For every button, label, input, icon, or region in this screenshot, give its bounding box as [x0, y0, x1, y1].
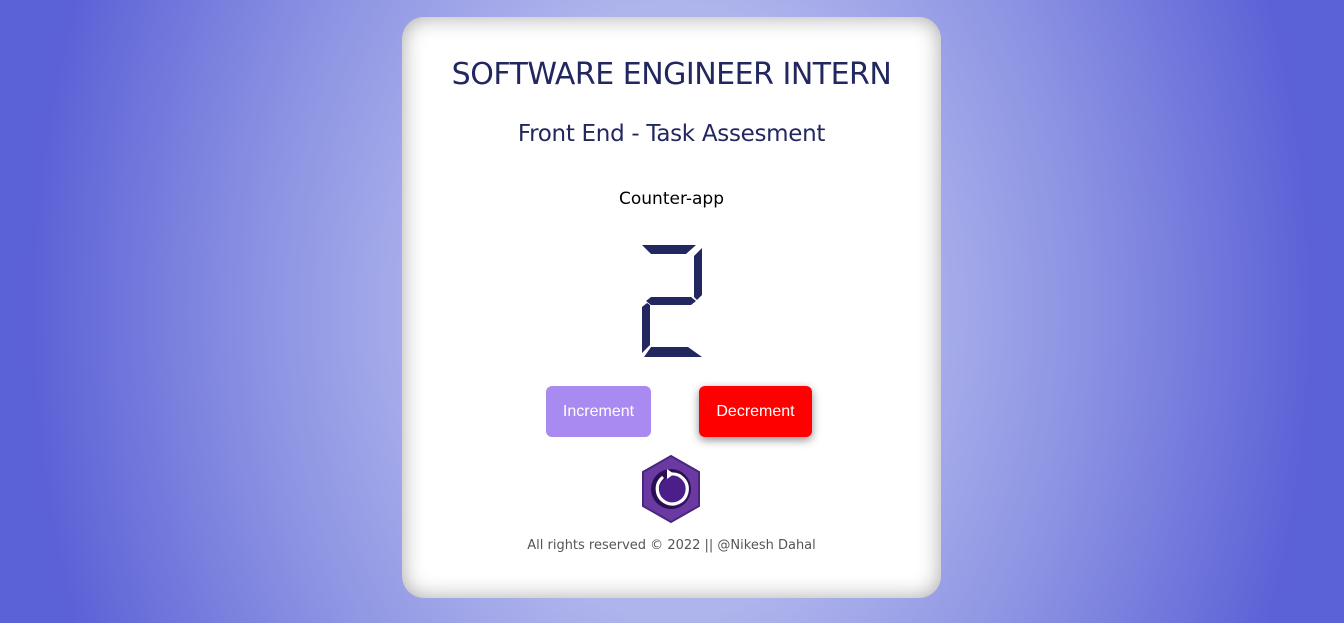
page-subtitle: Front End - Task Assesment [517, 121, 826, 147]
reset-icon[interactable] [640, 454, 702, 524]
footer-text: All rights reserved © 2022 || @Nikesh Da… [527, 538, 816, 553]
counter-card: SOFTWARE ENGINEER INTERN Front End - Tas… [402, 17, 941, 598]
segment-top [642, 245, 696, 254]
page-title: SOFTWARE ENGINEER INTERN [451, 57, 892, 92]
seven-segment-digit [642, 245, 702, 357]
increment-button[interactable]: Increment [546, 386, 651, 437]
segment-lower-left [642, 303, 650, 353]
app-name: Counter-app [619, 189, 724, 209]
segment-middle [646, 297, 696, 305]
counter-display [642, 245, 702, 357]
segment-bottom [644, 347, 702, 357]
segment-upper-right [694, 248, 702, 300]
decrement-button[interactable]: Decrement [699, 386, 812, 437]
